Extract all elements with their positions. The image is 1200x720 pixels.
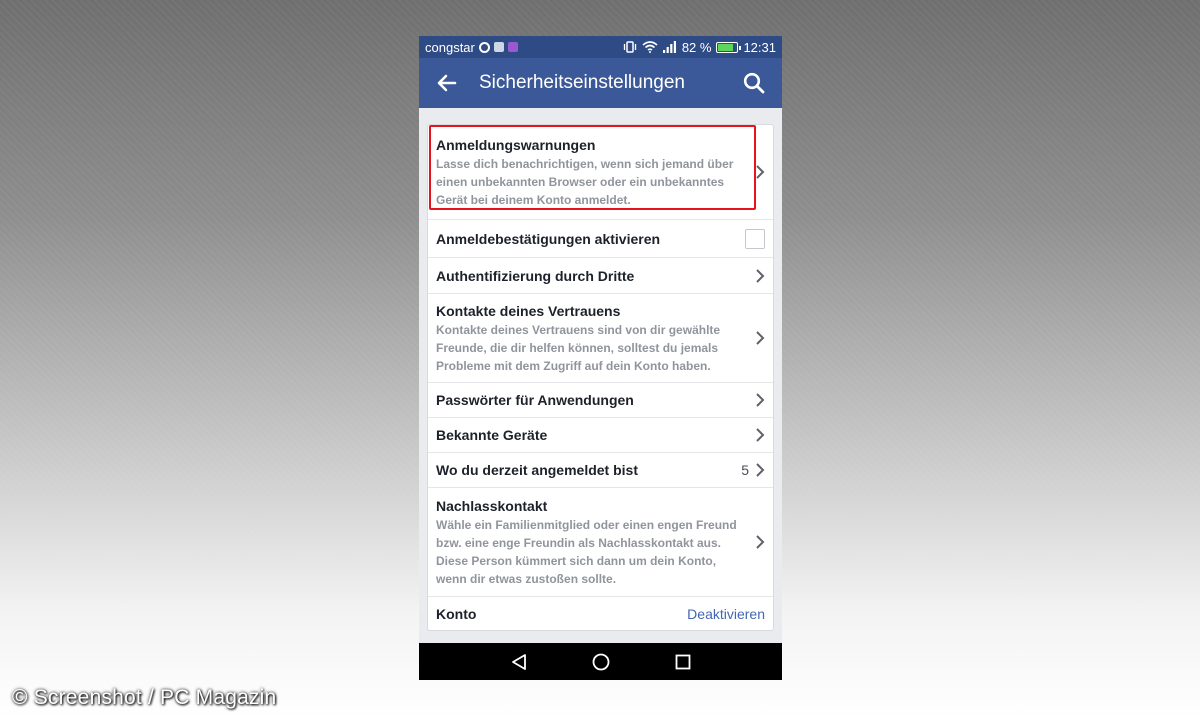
setting-third-party-auth[interactable]: Authentifizierung durch Dritte	[428, 258, 773, 294]
deactivate-account-link[interactable]: Deaktivieren	[687, 606, 765, 622]
setting-login-approvals[interactable]: Anmeldebestätigungen aktivieren	[428, 220, 773, 258]
chevron-right-icon	[756, 393, 765, 407]
setting-description: Lasse dich benachrichtigen, wenn sich je…	[436, 156, 734, 207]
setting-title: Kontakte deines Vertrauens	[436, 302, 621, 319]
security-settings-list: Anmeldungswarnungen Lasse dich benachric…	[427, 124, 774, 631]
setting-trusted-contacts[interactable]: Kontakte deines Vertrauens Kontakte dein…	[428, 294, 773, 383]
chevron-right-icon	[756, 463, 765, 477]
setting-app-passwords[interactable]: Passwörter für Anwendungen	[428, 383, 773, 418]
login-approvals-checkbox[interactable]	[745, 228, 765, 249]
arrow-left-icon	[437, 74, 457, 92]
setting-login-alerts[interactable]: Anmeldungswarnungen Lasse dich benachric…	[428, 125, 773, 220]
triangle-back-icon	[511, 653, 526, 670]
chevron-right-icon	[756, 331, 765, 345]
page-title: Sicherheitseinstellungen	[479, 72, 685, 93]
nav-back-button[interactable]	[506, 649, 532, 675]
setting-title: Authentifizierung durch Dritte	[436, 267, 635, 284]
sync-icon	[478, 41, 490, 53]
square-recents-icon	[675, 654, 690, 669]
search-icon	[743, 72, 765, 94]
nav-home-button[interactable]	[588, 649, 614, 675]
watermark: © Screenshot / PC Magazin	[12, 686, 277, 709]
battery-level-fill	[718, 43, 734, 51]
clock: 12:31	[743, 39, 776, 55]
setting-description: Kontakte deines Vertrauens sind von dir …	[436, 322, 721, 373]
back-button[interactable]	[435, 71, 459, 95]
setting-active-sessions[interactable]: Wo du derzeit angemeldet bist 5	[428, 453, 773, 488]
navigation-bar	[419, 643, 782, 680]
setting-description: Wähle ein Familienmitglied oder einen en…	[436, 517, 737, 586]
signal-icon	[662, 41, 677, 53]
session-count: 5	[741, 462, 749, 478]
setting-title: Passwörter für Anwendungen	[436, 392, 634, 408]
carrier-name: congstar	[425, 39, 475, 55]
setting-title: Nachlasskontakt	[436, 497, 548, 514]
wifi-icon	[642, 41, 658, 53]
setting-title: Anmeldungswarnungen	[436, 136, 596, 153]
status-bar: congstar 82 % 12:31	[419, 36, 782, 58]
setting-account: Konto Deaktivieren	[428, 597, 773, 630]
app-bar: Sicherheitseinstellungen	[419, 58, 782, 108]
battery-icon	[716, 41, 742, 53]
setting-title: Konto	[436, 606, 477, 622]
app-notification-icon	[493, 42, 504, 52]
vibrate-icon	[623, 41, 637, 53]
setting-legacy-contact[interactable]: Nachlasskontakt Wähle ein Familienmitgli…	[428, 488, 773, 597]
circle-home-icon	[592, 653, 609, 670]
phone-screen: congstar 82 % 12:31 Sicherheitseinstellu…	[419, 36, 782, 680]
chevron-right-icon	[756, 165, 765, 179]
search-button[interactable]	[742, 71, 766, 95]
setting-title: Bekannte Geräte	[436, 427, 548, 443]
chevron-right-icon	[756, 268, 765, 283]
messenger-notification-icon	[507, 42, 518, 52]
setting-known-devices[interactable]: Bekannte Geräte	[428, 418, 773, 453]
nav-recents-button[interactable]	[670, 649, 696, 675]
setting-title: Anmeldebestätigungen aktivieren	[436, 230, 661, 247]
battery-percent: 82 %	[681, 39, 712, 55]
setting-title: Wo du derzeit angemeldet bist	[436, 462, 638, 478]
chevron-right-icon	[756, 535, 765, 549]
chevron-right-icon	[756, 428, 765, 442]
